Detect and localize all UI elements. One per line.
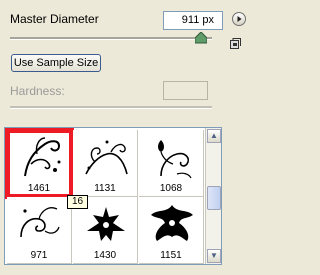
brush-size-label: 1461 <box>27 183 51 194</box>
brush-thumbnail[interactable]: 971 <box>7 197 72 264</box>
brush-thumbnail[interactable]: 1131 <box>73 130 138 197</box>
floral-brush-icon <box>158 140 192 179</box>
swirl-brush-icon <box>85 140 128 175</box>
brush-thumbnail[interactable]: 1068 <box>139 130 204 197</box>
swirl-brush-icon <box>20 207 60 238</box>
brush-size-label: 1430 <box>93 250 117 261</box>
master-diameter-label: Master Diameter <box>10 12 99 26</box>
ornament-brush-icon <box>87 207 125 241</box>
brush-size-label: 1131 <box>94 183 116 194</box>
hardness-field[interactable] <box>163 81 208 100</box>
brush-tooltip: 16 <box>67 195 89 209</box>
brush-size-label: 1151 <box>160 250 182 261</box>
diameter-slider-thumb[interactable] <box>194 31 208 47</box>
use-sample-size-button[interactable]: Use Sample Size <box>11 54 101 72</box>
hardness-label: Hardness: <box>10 84 65 98</box>
brush-size-label: 971 <box>30 250 48 261</box>
ornament-brush-icon <box>151 205 193 241</box>
master-diameter-field[interactable]: 911 px <box>163 11 223 30</box>
brush-size-label: 1068 <box>159 183 183 194</box>
swirl-brush-icon <box>24 137 61 177</box>
new-preset-icon[interactable] <box>230 38 241 52</box>
brush-thumbnail[interactable]: 1151 <box>139 197 204 264</box>
hardness-slider-track[interactable] <box>10 106 212 109</box>
scroll-thumb[interactable] <box>207 186 221 210</box>
brush-thumbnail[interactable]: 1461 <box>5 128 74 199</box>
scroll-up-button[interactable]: ▲ <box>207 129 221 143</box>
brush-grid: 1461 1131 1068 971 1430 1151 16 ▲ ▼ <box>4 127 222 265</box>
scroll-down-button[interactable]: ▼ <box>207 249 221 263</box>
arrow-right-icon <box>237 16 242 22</box>
brush-grid-scrollbar[interactable]: ▲ ▼ <box>205 128 221 264</box>
brush-preset-panel: { "master_diameter": {"label": "Master D… <box>0 0 255 275</box>
panel-menu-button[interactable] <box>232 12 246 26</box>
diameter-slider-track[interactable] <box>10 37 212 40</box>
